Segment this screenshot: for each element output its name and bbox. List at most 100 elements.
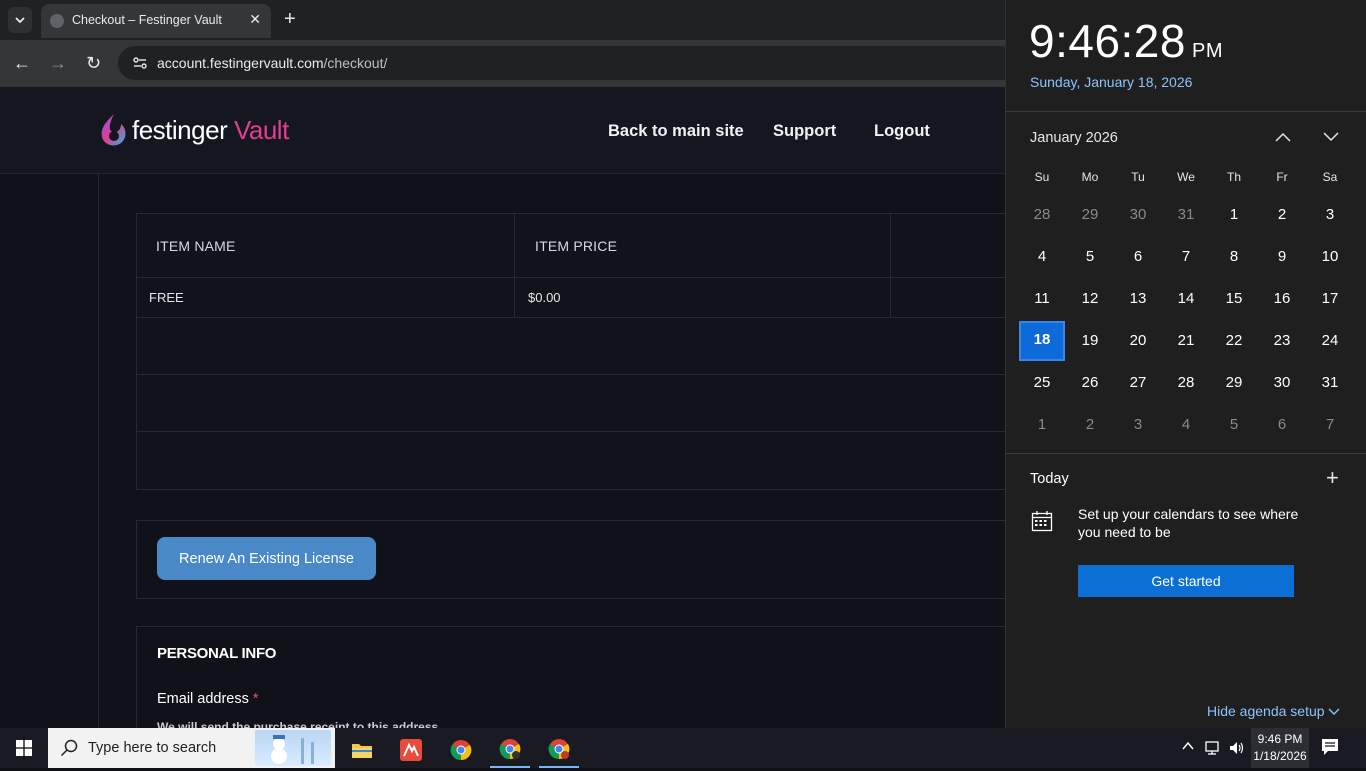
taskbar-file-explorer[interactable] xyxy=(342,732,382,768)
month-label[interactable]: January 2026 xyxy=(1030,130,1118,146)
site-info-icon[interactable] xyxy=(132,55,148,71)
logo-text: festinger Vault xyxy=(132,115,289,146)
clock-time: 9:46:28 xyxy=(1029,15,1186,67)
calendar-day[interactable]: 17 xyxy=(1306,278,1354,320)
chevron-up-icon[interactable] xyxy=(1182,741,1194,751)
calendar-day[interactable]: 16 xyxy=(1258,278,1306,320)
hide-agenda-link[interactable]: Hide agenda setup xyxy=(1207,703,1340,719)
column-divider xyxy=(514,214,515,317)
calendar-day[interactable]: 27 xyxy=(1114,362,1162,404)
search-icon xyxy=(60,739,78,757)
calendar-icon xyxy=(1031,511,1053,532)
taskbar-time: 9:46 PM xyxy=(1257,732,1303,746)
divider xyxy=(1006,453,1366,454)
calendar-day[interactable]: 7 xyxy=(1306,404,1354,446)
new-tab-button[interactable]: + xyxy=(284,8,296,30)
flyout-clock: 9:46:28 PM xyxy=(1029,14,1223,68)
taskbar-date: 1/18/2026 xyxy=(1253,749,1307,763)
order-items-table: ITEM NAME ITEM PRICE FREE $0.00 xyxy=(136,213,1038,490)
start-button[interactable] xyxy=(0,728,48,768)
calendar-day[interactable]: 14 xyxy=(1162,278,1210,320)
calendar-day[interactable]: 7 xyxy=(1162,236,1210,278)
calendar-day[interactable]: 1 xyxy=(1210,194,1258,236)
weekday-label: Sa xyxy=(1322,170,1338,184)
calendar-day[interactable]: 23 xyxy=(1258,320,1306,362)
back-icon[interactable]: ← xyxy=(13,52,31,74)
forward-icon[interactable]: → xyxy=(49,52,67,74)
taskbar-chrome-profile-2[interactable] xyxy=(539,732,579,768)
calendar-day[interactable]: 26 xyxy=(1066,362,1114,404)
previous-month-icon[interactable] xyxy=(1274,131,1292,143)
chevron-down-icon xyxy=(15,17,25,24)
chevron-down-icon xyxy=(1328,708,1340,715)
get-started-button[interactable]: Get started xyxy=(1078,565,1294,597)
calendar-day[interactable]: 8 xyxy=(1210,236,1258,278)
notification-center-icon[interactable] xyxy=(1320,737,1340,757)
chrome-icon xyxy=(548,739,570,760)
calendar-day[interactable]: 29 xyxy=(1066,194,1114,236)
calendar-day[interactable]: 13 xyxy=(1114,278,1162,320)
taskbar-chrome-profile-1[interactable] xyxy=(490,732,530,768)
calendar-day[interactable]: 11 xyxy=(1018,278,1066,320)
flame-logo-icon xyxy=(101,114,126,146)
festinger-vault-logo[interactable]: festinger Vault xyxy=(98,112,289,148)
calendar-day[interactable]: 25 xyxy=(1018,362,1066,404)
calendar-day[interactable]: 10 xyxy=(1306,236,1354,278)
calendar-day[interactable]: 2 xyxy=(1066,404,1114,446)
nav-support[interactable]: Support xyxy=(773,122,836,141)
calendar-day[interactable]: 31 xyxy=(1306,362,1354,404)
calendar-day[interactable]: 4 xyxy=(1018,236,1066,278)
calendar-day[interactable]: 4 xyxy=(1162,404,1210,446)
calendar-day[interactable]: 5 xyxy=(1066,236,1114,278)
browser-tab[interactable]: Checkout – Festinger Vault ✕ xyxy=(41,4,271,38)
nav-logout[interactable]: Logout xyxy=(874,122,930,141)
clock-ampm: PM xyxy=(1191,40,1223,62)
taskbar-app-red[interactable] xyxy=(391,732,431,768)
address-bar[interactable]: account.festingervault.com/checkout/ xyxy=(118,46,1018,80)
calendar-day-today[interactable]: 18 xyxy=(1019,321,1065,361)
today-label: Today xyxy=(1030,471,1069,487)
logo-text-festinger: festinger xyxy=(132,114,228,145)
calendar-day[interactable]: 30 xyxy=(1258,362,1306,404)
taskbar-search-box[interactable]: Type here to search xyxy=(48,728,335,768)
calendar-day[interactable]: 1 xyxy=(1018,404,1066,446)
close-tab-icon[interactable]: ✕ xyxy=(249,11,261,28)
chrome-icon xyxy=(450,740,472,761)
calendar-day[interactable]: 6 xyxy=(1258,404,1306,446)
calendar-day[interactable]: 2 xyxy=(1258,194,1306,236)
calendar-day[interactable]: 24 xyxy=(1306,320,1354,362)
personal-info-section: PERSONAL INFO Email address * We will se… xyxy=(136,626,1037,728)
full-date-link[interactable]: Sunday, January 18, 2026 xyxy=(1030,74,1192,90)
calendar-day[interactable]: 30 xyxy=(1114,194,1162,236)
volume-icon[interactable] xyxy=(1228,740,1246,756)
weekday-label: We xyxy=(1177,170,1195,184)
calendar-day[interactable]: 15 xyxy=(1210,278,1258,320)
calendar-day[interactable]: 9 xyxy=(1258,236,1306,278)
calendar-day[interactable]: 28 xyxy=(1162,362,1210,404)
calendar-day[interactable]: 3 xyxy=(1114,404,1162,446)
calendar-day[interactable]: 29 xyxy=(1210,362,1258,404)
calendar-day[interactable]: 22 xyxy=(1210,320,1258,362)
search-highlight-image xyxy=(255,730,331,766)
add-event-icon[interactable]: + xyxy=(1326,466,1339,490)
calendar-day[interactable]: 21 xyxy=(1162,320,1210,362)
calendar-day[interactable]: 6 xyxy=(1114,236,1162,278)
network-icon[interactable] xyxy=(1204,740,1222,756)
calendar-day[interactable]: 31 xyxy=(1162,194,1210,236)
renew-license-button[interactable]: Renew An Existing License xyxy=(157,537,376,580)
calendar-day[interactable]: 20 xyxy=(1114,320,1162,362)
calendar-day[interactable]: 12 xyxy=(1066,278,1114,320)
calendar-day[interactable]: 3 xyxy=(1306,194,1354,236)
calendar-day[interactable]: 28 xyxy=(1018,194,1066,236)
next-month-icon[interactable] xyxy=(1322,131,1340,143)
tab-search-button[interactable] xyxy=(8,7,32,33)
taskbar-clock[interactable]: 9:46 PM 1/18/2026 xyxy=(1251,728,1309,768)
reload-icon[interactable]: ↻ xyxy=(86,52,101,74)
calendar-day[interactable]: 5 xyxy=(1210,404,1258,446)
weekday-label: Mo xyxy=(1081,170,1099,184)
nav-back-to-main-site[interactable]: Back to main site xyxy=(608,122,744,141)
calendar-day[interactable]: 19 xyxy=(1066,320,1114,362)
divider xyxy=(1006,111,1366,112)
taskbar-chrome[interactable] xyxy=(441,732,481,768)
header-item-name: ITEM NAME xyxy=(156,238,236,254)
